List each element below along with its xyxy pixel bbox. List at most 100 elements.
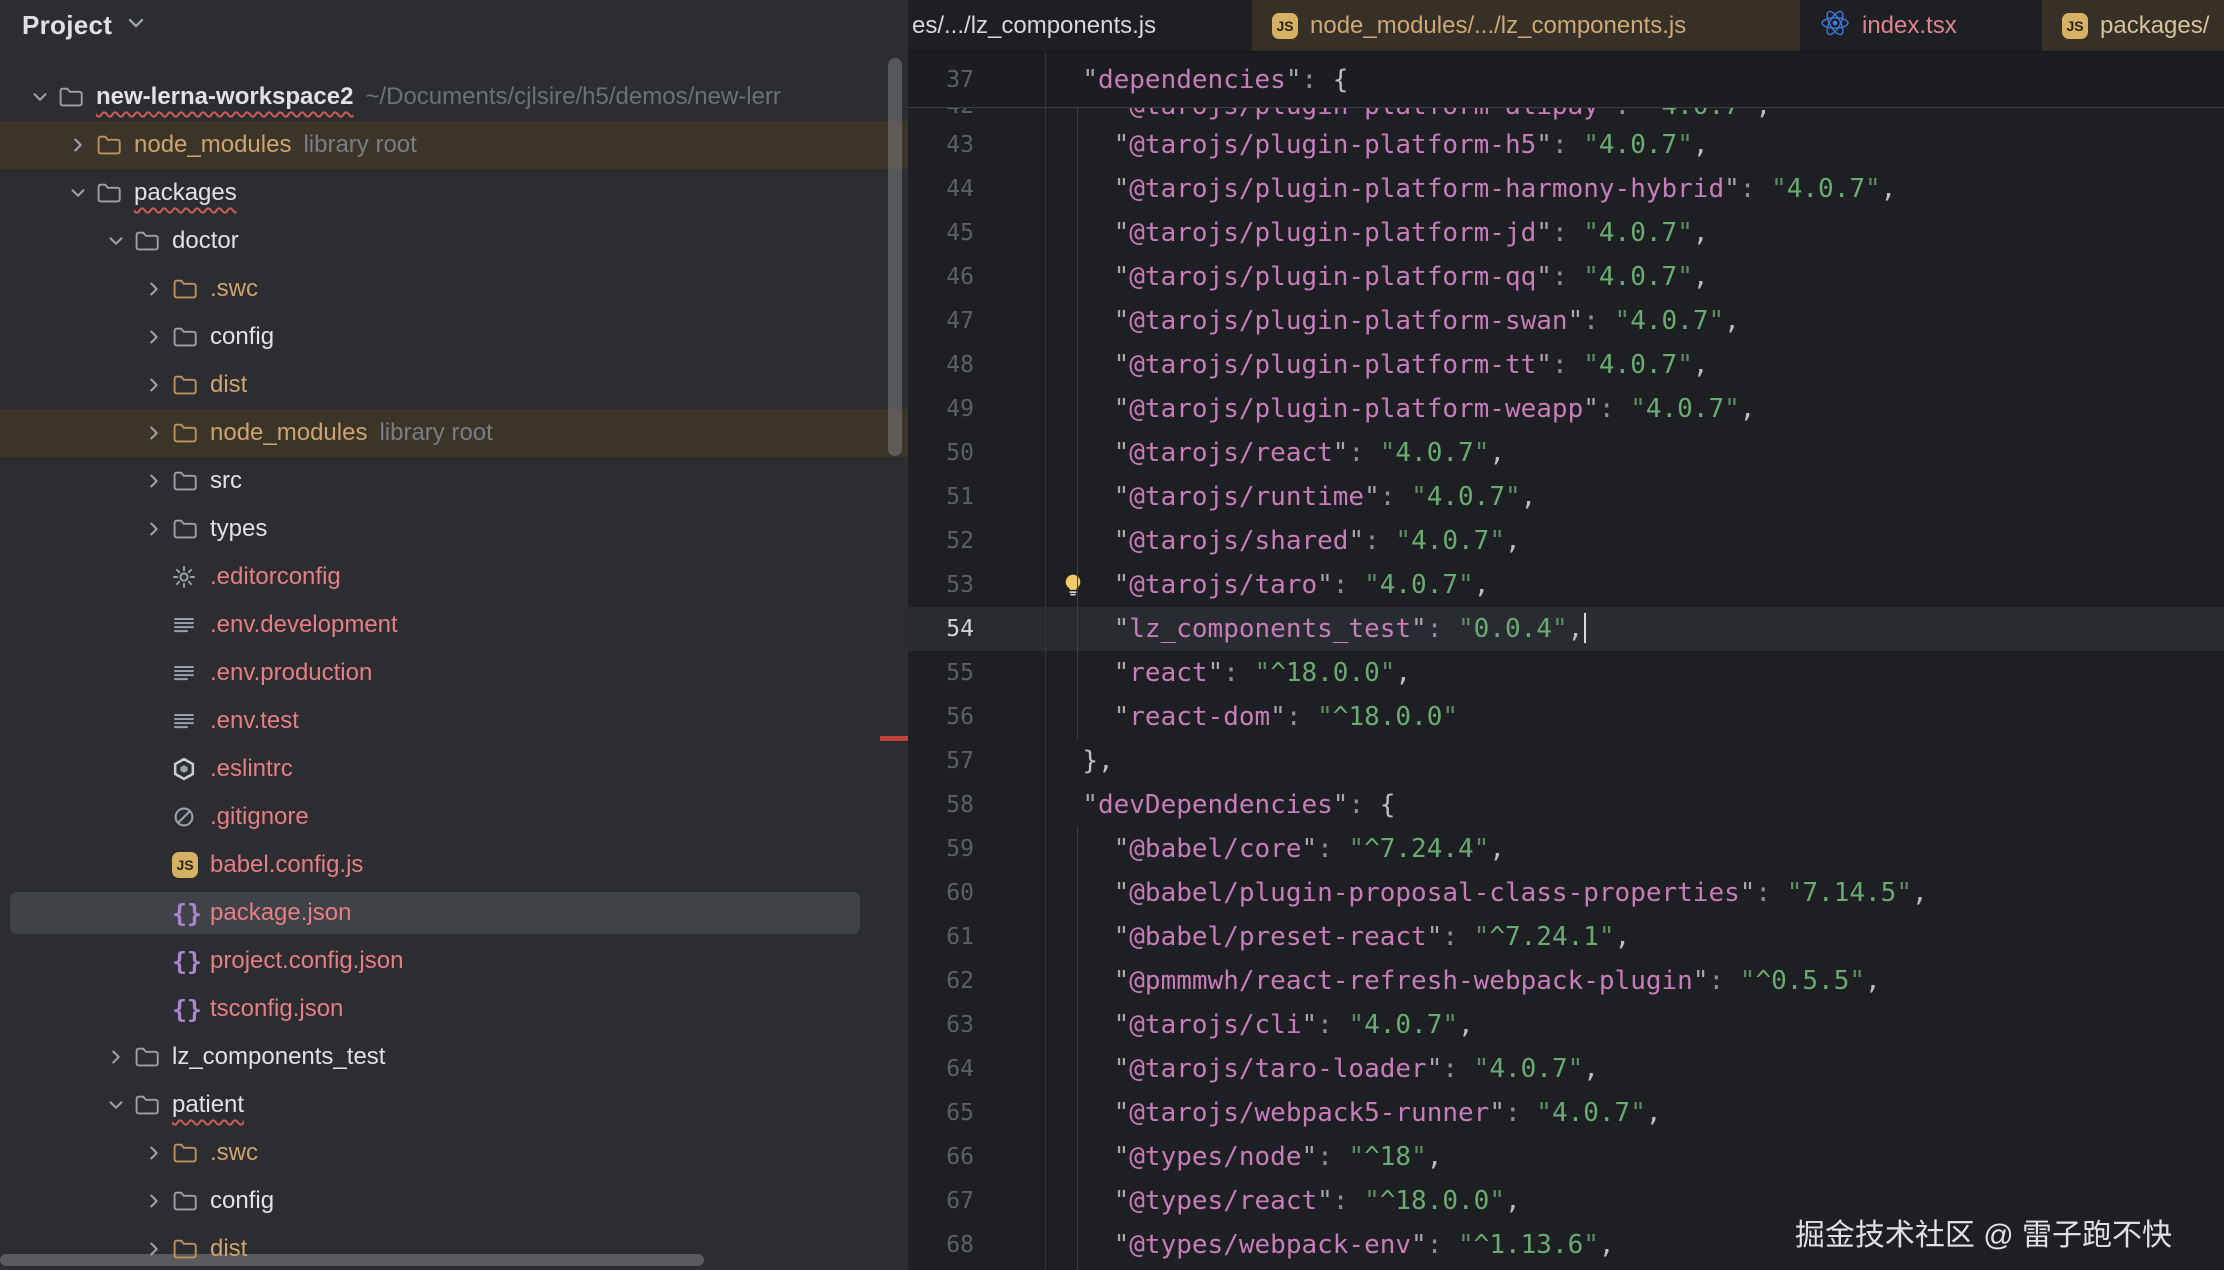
code-line-56[interactable]: 56 "react-dom": "^18.0.0" <box>908 695 2224 739</box>
code-text[interactable]: "@babel/plugin-proposal-class-properties… <box>984 871 2224 915</box>
code-line-52[interactable]: 52 "@tarojs/shared": "4.0.7", <box>908 519 2224 563</box>
tree-item-doctor[interactable]: doctor <box>0 217 908 265</box>
code-text[interactable]: "@tarojs/shared": "4.0.7", <box>984 519 2224 563</box>
tree-item-swc[interactable]: .swc <box>0 1129 908 1177</box>
code-line-65[interactable]: 65 "@tarojs/webpack5-runner": "4.0.7", <box>908 1091 2224 1135</box>
code-line-60[interactable]: 60 "@babel/plugin-proposal-class-propert… <box>908 871 2224 915</box>
code-line-64[interactable]: 64 "@tarojs/taro-loader": "4.0.7", <box>908 1047 2224 1091</box>
code-text[interactable]: "@tarojs/plugin-platform-qq": "4.0.7", <box>984 255 2224 299</box>
code-text[interactable]: "@tarojs/plugin-platform-harmony-hybrid"… <box>984 167 2224 211</box>
tree-item-node-modules-library[interactable]: node_moduleslibrary root <box>0 409 908 457</box>
code-line-49[interactable]: 49 "@tarojs/plugin-platform-weapp": "4.0… <box>908 387 2224 431</box>
editor-tab-es-lz-components-js[interactable]: es/.../lz_components.js <box>908 0 1252 51</box>
code-text[interactable]: }, <box>984 739 2224 783</box>
code-text[interactable]: "@tarojs/plugin-platform-alipay": "4.0.7… <box>984 108 2224 123</box>
chevron-right-icon[interactable] <box>136 470 172 492</box>
tree-item-packages[interactable]: packages <box>0 169 908 217</box>
tree-item-tsconfig-json[interactable]: {}tsconfig.json <box>0 985 908 1033</box>
chevron-right-icon[interactable] <box>136 374 172 396</box>
tree-item-eslintrc[interactable]: .eslintrc <box>0 745 908 793</box>
code-line-62[interactable]: 62 "@pmmmwh/react-refresh-webpack-plugin… <box>908 959 2224 1003</box>
chevron-right-icon[interactable] <box>136 278 172 300</box>
code-text[interactable]: "@tarojs/taro": "4.0.7", <box>984 563 2224 607</box>
code-line-47[interactable]: 47 "@tarojs/plugin-platform-swan": "4.0.… <box>908 299 2224 343</box>
tree-item-config[interactable]: config <box>0 1177 908 1225</box>
tree-item-types[interactable]: types <box>0 505 908 553</box>
code-line-51[interactable]: 51 "@tarojs/runtime": "4.0.7", <box>908 475 2224 519</box>
tree-item-gitignore[interactable]: .gitignore <box>0 793 908 841</box>
tree-horizontal-scrollbar[interactable] <box>0 1254 704 1266</box>
code-line-63[interactable]: 63 "@tarojs/cli": "4.0.7", <box>908 1003 2224 1047</box>
chevron-right-icon[interactable] <box>98 1046 134 1068</box>
code-text[interactable]: "@tarojs/plugin-platform-tt": "4.0.7", <box>984 343 2224 387</box>
chevron-right-icon[interactable] <box>60 134 96 156</box>
code-text[interactable]: "@babel/core": "^7.24.4", <box>984 827 2224 871</box>
tree-item-config[interactable]: config <box>0 313 908 361</box>
code-line-37[interactable]: 37 "dependencies": { <box>908 52 2224 108</box>
code-line-42[interactable]: 42 "@tarojs/plugin-platform-alipay": "4.… <box>908 108 2224 123</box>
tree-item-babel-config-js[interactable]: JSbabel.config.js <box>0 841 908 889</box>
tree-item-node-modules-library[interactable]: node_moduleslibrary root <box>0 121 908 169</box>
code-text[interactable]: "@tarojs/plugin-platform-h5": "4.0.7", <box>984 123 2224 167</box>
code-text[interactable]: "@tarojs/plugin-platform-jd": "4.0.7", <box>984 211 2224 255</box>
tree-item-env-production[interactable]: .env.production <box>0 649 908 697</box>
code-text[interactable]: "@babel/preset-react": "^7.24.1", <box>984 915 2224 959</box>
code-text[interactable]: "@tarojs/runtime": "4.0.7", <box>984 475 2224 519</box>
code-line-58[interactable]: 58 "devDependencies": { <box>908 783 2224 827</box>
code-text[interactable]: "@tarojs/react": "4.0.7", <box>984 431 2224 475</box>
chevron-down-icon[interactable] <box>22 86 58 108</box>
code-text[interactable]: "react": "^18.0.0", <box>984 651 2224 695</box>
tree-item-new-lerna-workspace2[interactable]: new-lerna-workspace2~/Documents/cjlsire/… <box>0 73 908 121</box>
code-line-59[interactable]: 59 "@babel/core": "^7.24.4", <box>908 827 2224 871</box>
chevron-down-icon[interactable] <box>60 182 96 204</box>
tree-item-swc[interactable]: .swc <box>0 265 908 313</box>
tree-item-lz-components-test[interactable]: lz_components_test <box>0 1033 908 1081</box>
code-line-50[interactable]: 50 "@tarojs/react": "4.0.7", <box>908 431 2224 475</box>
editor-tab-index-tsx[interactable]: index.tsx <box>1800 0 2042 51</box>
tree-item-project-config-json[interactable]: {}project.config.json <box>0 937 908 985</box>
code-line-44[interactable]: 44 "@tarojs/plugin-platform-harmony-hybr… <box>908 167 2224 211</box>
code-text[interactable]: "@tarojs/taro-loader": "4.0.7", <box>984 1047 2224 1091</box>
code-line-55[interactable]: 55 "react": "^18.0.0", <box>908 651 2224 695</box>
code-text[interactable]: "lz_components_test": "0.0.4", <box>984 607 2224 651</box>
code-line-43[interactable]: 43 "@tarojs/plugin-platform-h5": "4.0.7"… <box>908 123 2224 167</box>
code-text[interactable]: "@pmmmwh/react-refresh-webpack-plugin": … <box>984 959 2224 1003</box>
chevron-down-icon[interactable] <box>124 11 148 40</box>
code-line-46[interactable]: 46 "@tarojs/plugin-platform-qq": "4.0.7"… <box>908 255 2224 299</box>
code-text[interactable]: "@types/node": "^18", <box>984 1135 2224 1179</box>
tree-item-editorconfig[interactable]: .editorconfig <box>0 553 908 601</box>
code-text[interactable]: "devDependencies": { <box>984 783 2224 827</box>
code-text[interactable]: "@tarojs/plugin-platform-swan": "4.0.7", <box>984 299 2224 343</box>
code-text[interactable]: "@tarojs/cli": "4.0.7", <box>984 1003 2224 1047</box>
tree-item-package-json[interactable]: {}package.json <box>0 889 908 937</box>
chevron-right-icon[interactable] <box>136 326 172 348</box>
tree-item-src[interactable]: src <box>0 457 908 505</box>
chevron-right-icon[interactable] <box>136 1142 172 1164</box>
code-line-54[interactable]: 54 "lz_components_test": "0.0.4", <box>908 607 2224 651</box>
code-line-66[interactable]: 66 "@types/node": "^18", <box>908 1135 2224 1179</box>
code-text[interactable]: "dependencies": { <box>984 52 2224 108</box>
code-line-45[interactable]: 45 "@tarojs/plugin-platform-jd": "4.0.7"… <box>908 211 2224 255</box>
chevron-down-icon[interactable] <box>98 1094 134 1116</box>
editor-tab-node-modules-lz-components-js[interactable]: JSnode_modules/.../lz_components.js <box>1252 0 1800 51</box>
code-line-48[interactable]: 48 "@tarojs/plugin-platform-tt": "4.0.7"… <box>908 343 2224 387</box>
partial-code-line-42[interactable]: 42 "@tarojs/plugin-platform-alipay": "4.… <box>908 108 2224 123</box>
tree-item-env-test[interactable]: .env.test <box>0 697 908 745</box>
chevron-right-icon[interactable] <box>136 1238 172 1260</box>
code-line-57[interactable]: 57 }, <box>908 739 2224 783</box>
chevron-right-icon[interactable] <box>136 518 172 540</box>
chevron-right-icon[interactable] <box>136 1190 172 1212</box>
code-line-61[interactable]: 61 "@babel/preset-react": "^7.24.1", <box>908 915 2224 959</box>
editor-tab-packages[interactable]: JSpackages/ <box>2042 0 2224 51</box>
tree-vertical-scrollbar[interactable] <box>888 58 902 456</box>
chevron-right-icon[interactable] <box>136 422 172 444</box>
tree-item-env-development[interactable]: .env.development <box>0 601 908 649</box>
tree-item-dist[interactable]: dist <box>0 361 908 409</box>
intention-lightbulb-icon[interactable] <box>1060 572 1086 603</box>
tree-item-patient[interactable]: patient <box>0 1081 908 1129</box>
chevron-down-icon[interactable] <box>98 230 134 252</box>
project-panel-header[interactable]: Project <box>0 0 908 50</box>
code-text[interactable]: "react-dom": "^18.0.0" <box>984 695 2224 739</box>
code-text[interactable]: "@tarojs/webpack5-runner": "4.0.7", <box>984 1091 2224 1135</box>
code-line-53[interactable]: 53 "@tarojs/taro": "4.0.7", <box>908 563 2224 607</box>
